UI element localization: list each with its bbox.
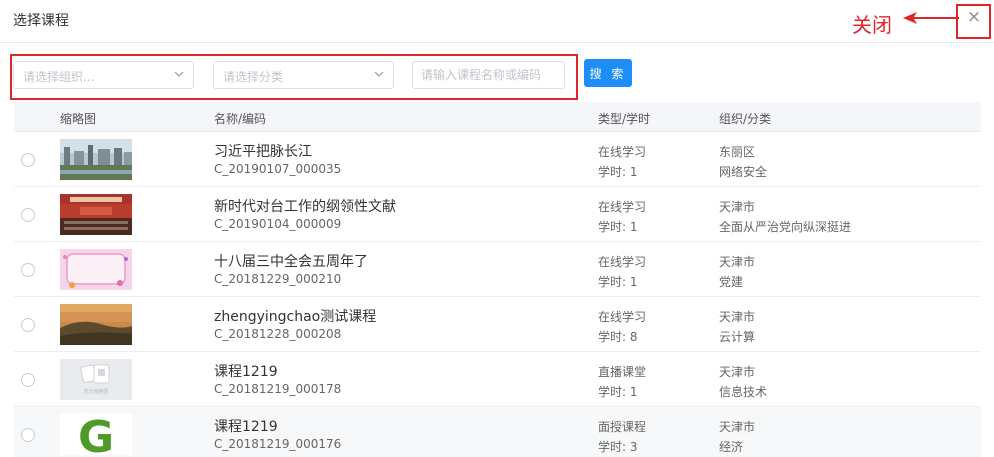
course-thumbnail xyxy=(60,139,132,180)
header-name-code: 名称/编码 xyxy=(214,112,267,126)
org-select-placeholder: 请选择组织... xyxy=(23,70,95,84)
course-name: 新时代对台工作的纲领性文献 xyxy=(214,199,396,215)
table-row[interactable]: 习近平把脉长江 C_20190107_000035 在线学习 学时: 1 东丽区… xyxy=(14,132,981,187)
course-code: C_20181228_000208 xyxy=(214,327,342,341)
course-thumbnail xyxy=(60,249,132,290)
table-row[interactable]: 暂无缩略图 课程1219 C_20181219_000178 直播课堂 学时: … xyxy=(14,352,981,407)
course-category: 经济 xyxy=(719,440,744,454)
course-hours: 学时: 3 xyxy=(598,440,638,454)
header-type-hours: 类型/学时 xyxy=(598,112,651,126)
thumbnail-text: 暂无缩略图 xyxy=(83,388,108,395)
thumbnail-letter: G xyxy=(78,414,114,455)
course-code: C_20181219_000178 xyxy=(214,382,342,396)
course-category: 网络安全 xyxy=(719,165,768,179)
course-category: 信息技术 xyxy=(719,385,768,399)
row-radio[interactable] xyxy=(21,208,35,222)
course-hours: 学时: 8 xyxy=(598,330,638,344)
course-org: 天津市 xyxy=(719,420,756,434)
course-org: 东丽区 xyxy=(719,145,756,159)
course-org: 天津市 xyxy=(719,255,756,269)
close-annotation-label: 关闭 xyxy=(852,13,892,37)
title-divider xyxy=(0,42,994,43)
header-thumbnail: 缩略图 xyxy=(60,112,97,126)
category-select-placeholder: 请选择分类 xyxy=(223,70,284,84)
search-button[interactable]: 搜 索 xyxy=(584,59,632,87)
course-org: 天津市 xyxy=(719,200,756,214)
chevron-down-icon xyxy=(174,71,184,77)
row-radio[interactable] xyxy=(21,373,35,387)
dialog-title: 选择课程 xyxy=(13,13,69,29)
course-name: zhengyingchao测试课程 xyxy=(214,309,377,325)
close-icon[interactable]: × xyxy=(965,6,983,28)
course-thumbnail: G xyxy=(60,414,132,455)
table-row[interactable]: zhengyingchao测试课程 C_20181228_000208 在线学习… xyxy=(14,297,981,352)
course-name: 习近平把脉长江 xyxy=(214,144,312,160)
org-select[interactable]: 请选择组织... xyxy=(13,61,194,89)
table-row[interactable]: G 课程1219 C_20181219_000176 面授课程 学时: 3 天津… xyxy=(14,407,981,457)
course-thumbnail xyxy=(60,194,132,235)
course-type: 在线学习 xyxy=(598,255,647,269)
course-org: 天津市 xyxy=(719,310,756,324)
row-radio[interactable] xyxy=(21,428,35,442)
arrow-left-icon xyxy=(903,12,959,24)
course-name: 课程1219 xyxy=(214,364,278,380)
course-category: 云计算 xyxy=(719,330,756,344)
course-table: 缩略图 名称/编码 类型/学时 组织/分类 习近平把脉长江 C_20190107… xyxy=(14,102,981,457)
course-type: 在线学习 xyxy=(598,310,647,324)
course-code: C_20190107_000035 xyxy=(214,162,342,176)
course-code: C_20181219_000176 xyxy=(214,437,342,451)
course-thumbnail: 暂无缩略图 xyxy=(60,359,132,400)
table-row[interactable]: 新时代对台工作的纲领性文献 C_20190104_000009 在线学习 学时:… xyxy=(14,187,981,242)
course-thumbnail xyxy=(60,304,132,345)
course-code: C_20181229_000210 xyxy=(214,272,342,286)
row-radio[interactable] xyxy=(21,263,35,277)
row-radio[interactable] xyxy=(21,318,35,332)
chevron-down-icon xyxy=(374,71,384,77)
course-name: 十八届三中全会五周年了 xyxy=(214,254,368,270)
course-org: 天津市 xyxy=(719,365,756,379)
course-category: 党建 xyxy=(719,275,744,289)
keyword-input[interactable] xyxy=(412,61,565,89)
category-select[interactable]: 请选择分类 xyxy=(213,61,394,89)
course-hours: 学时: 1 xyxy=(598,385,638,399)
course-type: 在线学习 xyxy=(598,145,647,159)
table-row[interactable]: 十八届三中全会五周年了 C_20181229_000210 在线学习 学时: 1… xyxy=(14,242,981,297)
course-code: C_20190104_000009 xyxy=(214,217,342,231)
header-org-category: 组织/分类 xyxy=(719,112,772,126)
course-category: 全面从严治党向纵深挺进 xyxy=(719,220,852,234)
course-type: 直播课堂 xyxy=(598,365,647,379)
course-hours: 学时: 1 xyxy=(598,220,638,234)
course-hours: 学时: 1 xyxy=(598,165,638,179)
course-hours: 学时: 1 xyxy=(598,275,638,289)
course-type: 在线学习 xyxy=(598,200,647,214)
course-type: 面授课程 xyxy=(598,420,647,434)
course-name: 课程1219 xyxy=(214,419,278,435)
table-header: 缩略图 名称/编码 类型/学时 组织/分类 xyxy=(14,102,981,132)
row-radio[interactable] xyxy=(21,153,35,167)
